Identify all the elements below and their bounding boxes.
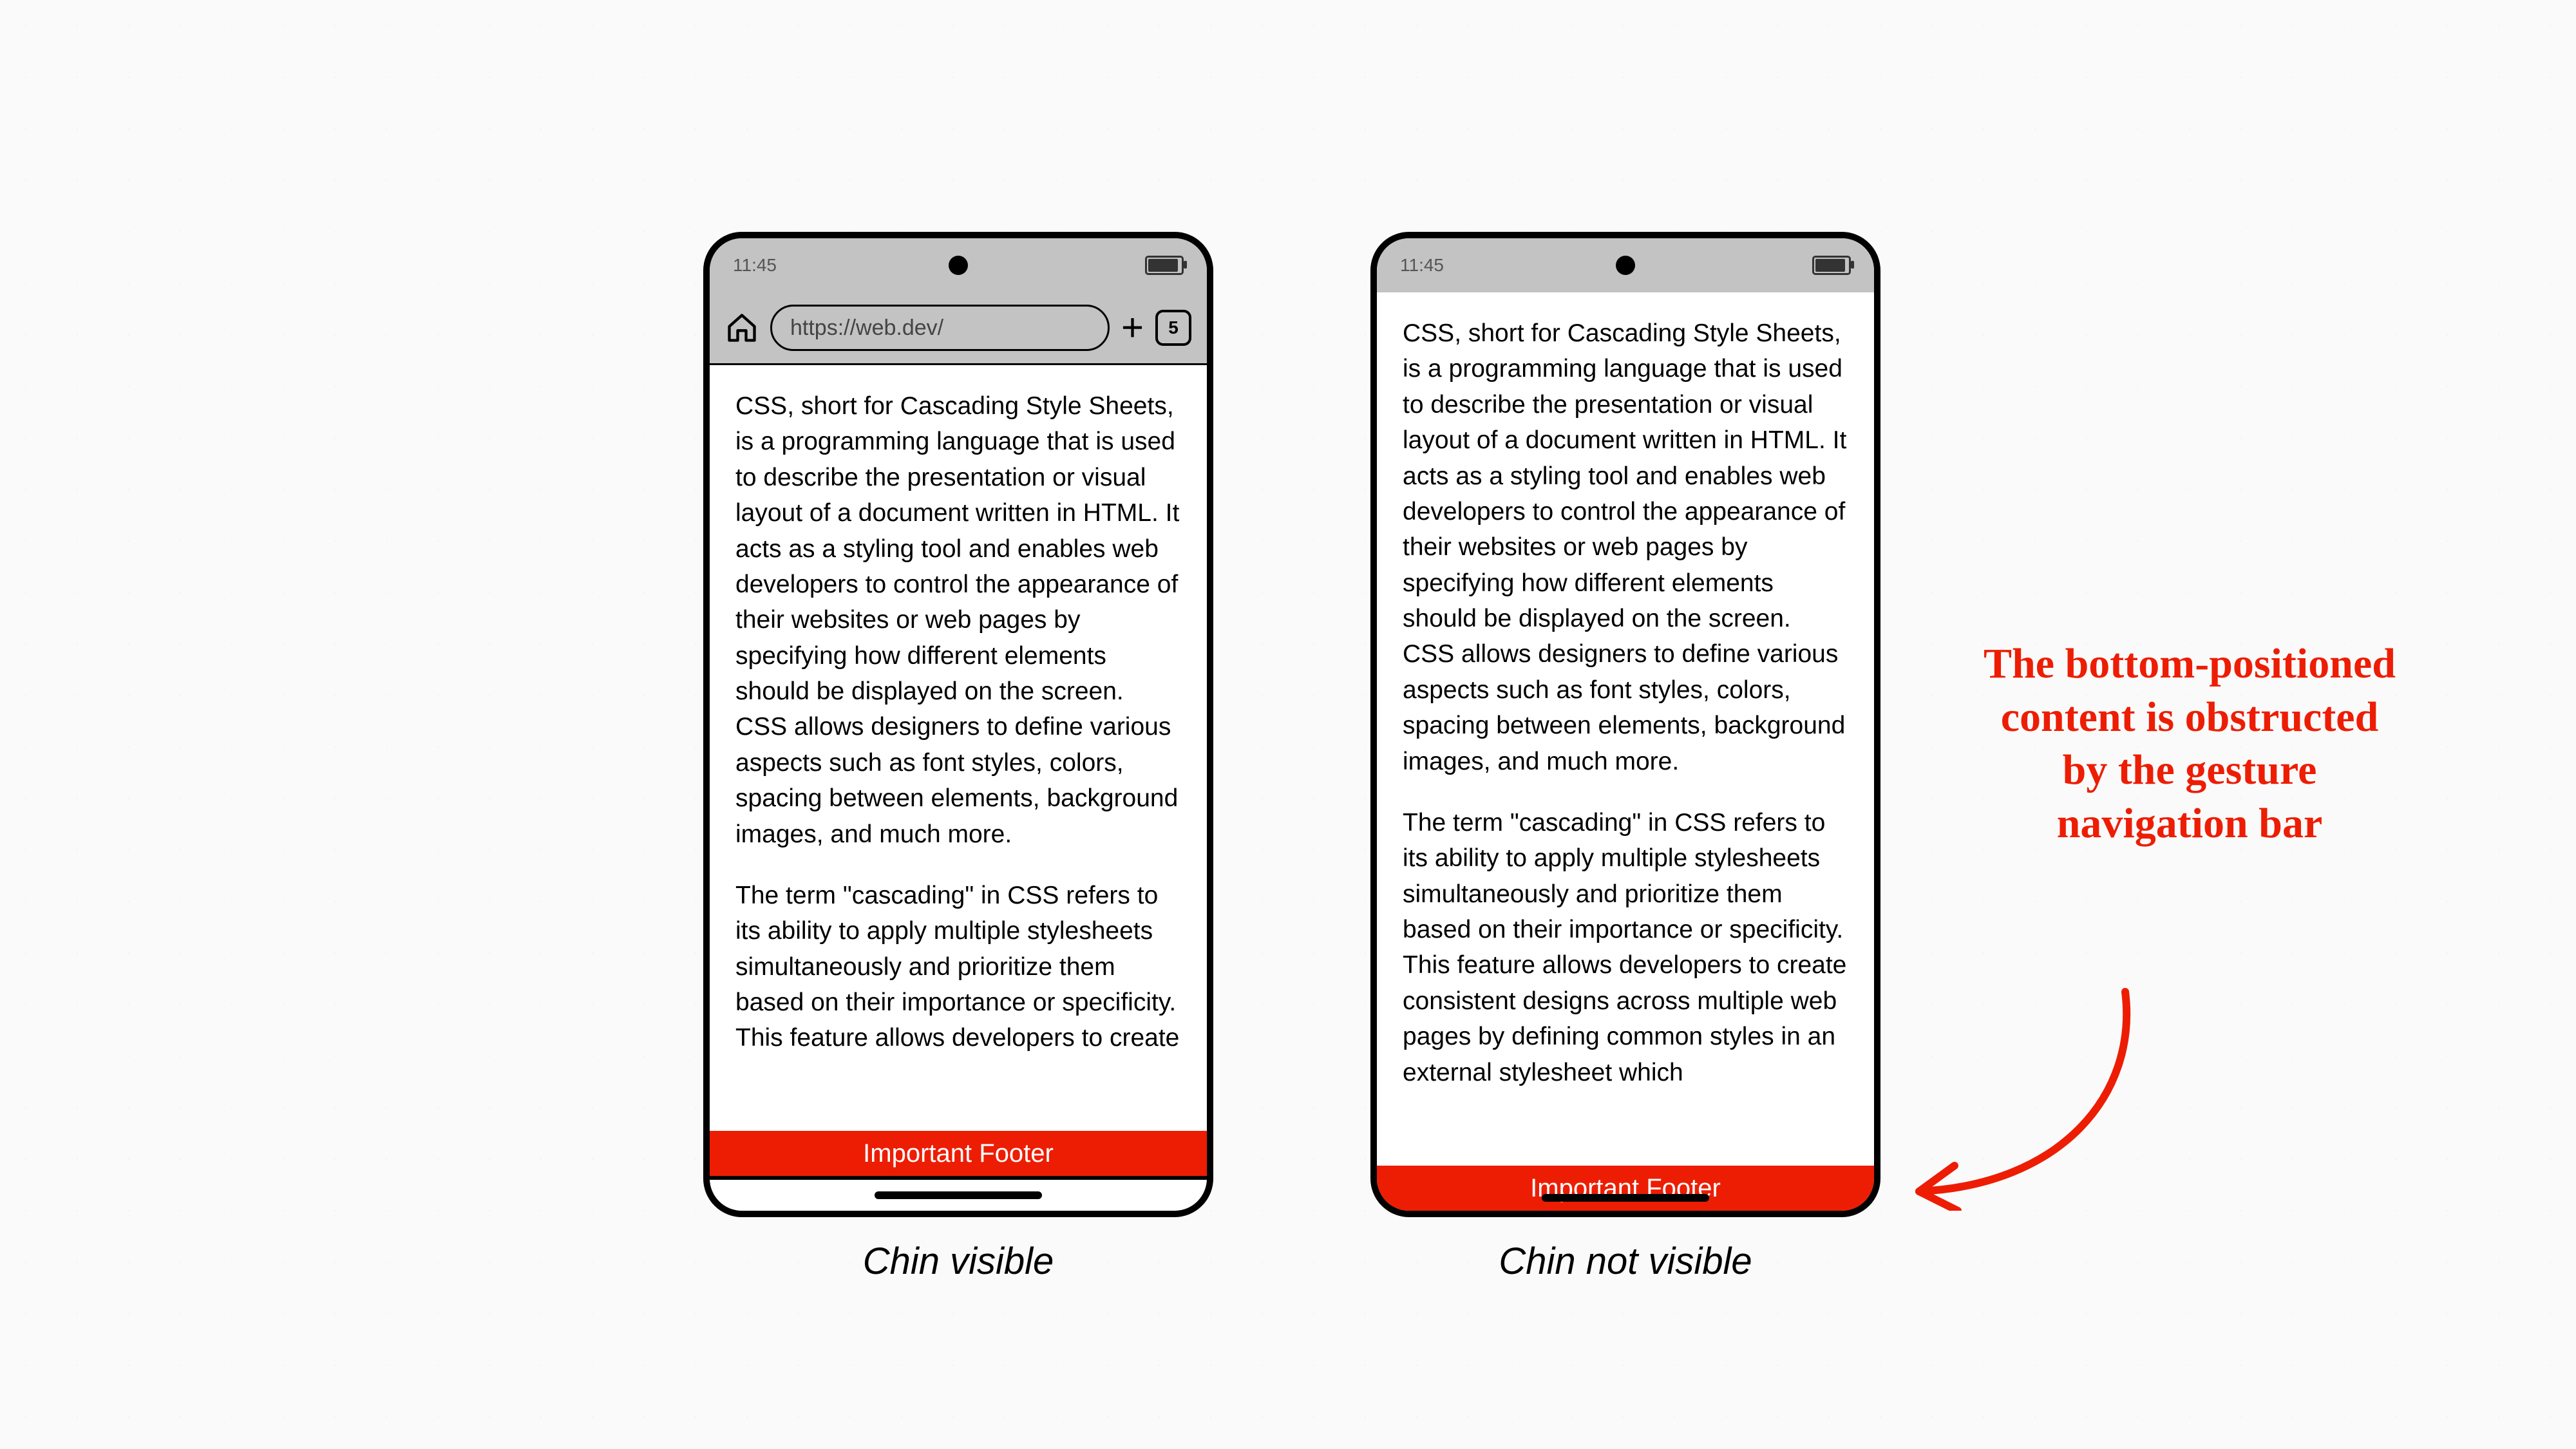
home-icon[interactable] — [725, 311, 759, 345]
status-bar: 11:45 — [710, 238, 1207, 292]
url-input[interactable]: https://web.dev/ — [770, 305, 1110, 351]
status-bar: 11:45 — [1377, 238, 1874, 292]
status-time: 11:45 — [1400, 255, 1444, 276]
status-time: 11:45 — [733, 255, 777, 276]
browser-toolbar: https://web.dev/ + 5 — [710, 292, 1207, 365]
phone-mockup-chin-visible: 11:45 https://web.dev/ + 5 CSS, short fo… — [703, 232, 1213, 1217]
caption-chin-not-visible: Chin not visible — [1370, 1240, 1880, 1283]
chin-divider — [710, 1176, 1207, 1180]
paragraph-2: The term "cascading" in CSS refers to it… — [735, 878, 1181, 1056]
caption-chin-visible: Chin visible — [703, 1240, 1213, 1283]
phone-mockup-chin-not-visible: 11:45 CSS, short for Cascading Style She… — [1370, 232, 1880, 1217]
battery-icon — [1812, 256, 1851, 275]
camera-dot-icon — [949, 256, 968, 275]
page-content: CSS, short for Cascading Style Sheets, i… — [710, 365, 1207, 1217]
battery-icon — [1145, 256, 1184, 275]
important-footer[interactable]: Important Footer — [710, 1131, 1207, 1176]
paragraph-2: The term "cascading" in CSS refers to it… — [1403, 805, 1848, 1090]
gesture-bar-icon — [1542, 1194, 1709, 1202]
new-tab-icon[interactable]: + — [1121, 308, 1144, 347]
paragraph-1: CSS, short for Cascading Style Sheets, i… — [1403, 316, 1848, 779]
diagram-stage: 11:45 https://web.dev/ + 5 CSS, short fo… — [0, 0, 2576, 1449]
important-footer[interactable]: Important Footer — [1377, 1166, 1874, 1211]
gesture-bar-icon — [875, 1191, 1042, 1199]
tab-count-button[interactable]: 5 — [1155, 310, 1191, 346]
tab-count-value: 5 — [1168, 317, 1179, 338]
paragraph-1: CSS, short for Cascading Style Sheets, i… — [735, 388, 1181, 852]
annotation-arrow-icon — [1893, 979, 2164, 1211]
page-content: CSS, short for Cascading Style Sheets, i… — [1377, 292, 1874, 1217]
url-text: https://web.dev/ — [790, 316, 943, 341]
footer-label: Important Footer — [863, 1139, 1054, 1168]
camera-dot-icon — [1616, 256, 1635, 275]
annotation-text: The bottom-positioned content is obstruc… — [1977, 638, 2402, 850]
